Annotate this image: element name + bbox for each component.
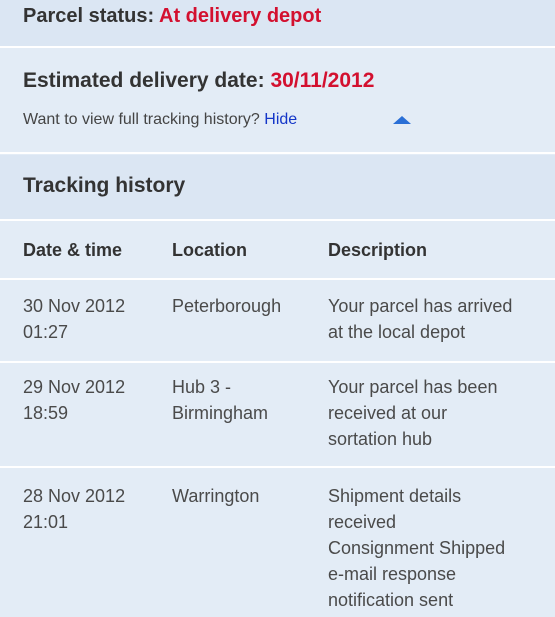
- tracking-history-table: Date & time Location Description 30 Nov …: [0, 221, 555, 617]
- description-text: Shipment details: [328, 486, 462, 506]
- parcel-status-label: Parcel status:: [23, 5, 155, 27]
- location-cell: Peterborough: [172, 293, 322, 319]
- estimated-delivery-value: 30/11/2012: [270, 69, 375, 92]
- description-text: Consignment Shipped: [328, 538, 506, 558]
- time-text: 01:27: [23, 322, 69, 342]
- date-text: 29 Nov 2012: [23, 377, 126, 397]
- description-text: sortation hub: [328, 429, 433, 449]
- tracking-history-title: Tracking history: [23, 174, 186, 197]
- time-text: 18:59: [23, 403, 69, 423]
- estimated-delivery-label: Estimated delivery date:: [23, 69, 265, 92]
- column-header-description: Description: [328, 240, 428, 260]
- column-header-location: Location: [172, 240, 247, 260]
- location-text: Hub 3 -: [172, 377, 232, 397]
- location-cell: Hub 3 - Birmingham: [172, 374, 322, 426]
- date-text: 28 Nov 2012: [23, 486, 126, 506]
- location-text: Birmingham: [172, 403, 269, 423]
- description-text: at the local depot: [328, 322, 466, 342]
- location-text: Warrington: [172, 486, 260, 506]
- hide-history-link[interactable]: Hide: [264, 111, 297, 128]
- parcel-status-value: At delivery depot: [159, 5, 322, 27]
- location-text: Peterborough: [172, 296, 282, 316]
- description-text: notification sent: [328, 590, 454, 610]
- estimated-delivery-panel: Estimated delivery date: 30/11/2012 Want…: [0, 48, 555, 152]
- row-divider: [0, 278, 555, 280]
- location-cell: Warrington: [172, 483, 322, 509]
- date-time-cell: 28 Nov 2012 21:01: [23, 483, 163, 535]
- date-time-cell: 30 Nov 2012 01:27: [23, 293, 163, 345]
- description-cell: Your parcel has been received at our sor…: [328, 374, 548, 452]
- description-text: Your parcel has arrived: [328, 296, 513, 316]
- description-cell: Shipment details received Consignment Sh…: [328, 483, 548, 613]
- description-text: received: [328, 512, 397, 532]
- divider: [0, 152, 555, 154]
- date-time-cell: 29 Nov 2012 18:59: [23, 374, 163, 426]
- row-divider: [0, 361, 555, 363]
- description-text: Your parcel has been: [328, 377, 498, 397]
- parcel-status-bar: Parcel status: At delivery depot: [0, 0, 555, 46]
- column-header-date-time: Date & time: [23, 240, 123, 260]
- row-divider: [0, 466, 555, 468]
- description-text: e-mail response: [328, 564, 457, 584]
- date-text: 30 Nov 2012: [23, 296, 126, 316]
- triangle-up-icon[interactable]: [393, 116, 411, 124]
- description-cell: Your parcel has arrived at the local dep…: [328, 293, 548, 345]
- description-text: received at our: [328, 403, 448, 423]
- time-text: 21:01: [23, 512, 69, 532]
- history-prompt: Want to view full tracking history?: [23, 111, 260, 128]
- tracking-history-header: Tracking history: [0, 155, 555, 219]
